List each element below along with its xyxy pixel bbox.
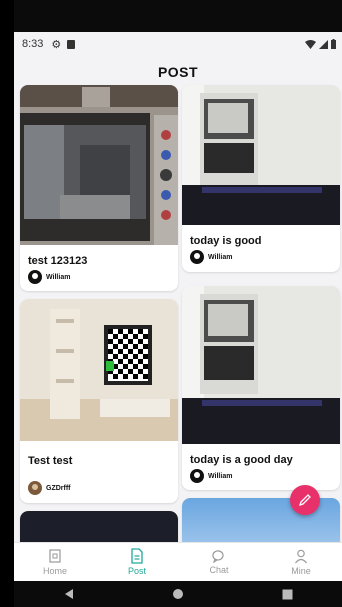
author-name: GZDrfff (46, 484, 71, 492)
avatar (28, 270, 42, 284)
tab-mine[interactable]: Mine (260, 543, 342, 581)
avatar (190, 250, 204, 264)
post-icon (131, 548, 143, 564)
tab-label: Post (127, 566, 146, 576)
post-title: today is a good day (190, 454, 293, 466)
battery-icon (331, 39, 336, 49)
post-image-camera (20, 85, 178, 245)
signal-icon (319, 39, 328, 49)
tab-chat[interactable]: Chat (178, 543, 260, 581)
home-circle-icon[interactable] (172, 588, 184, 600)
wifi-icon (305, 39, 316, 49)
bottom-tab-bar: Home Post Chat Mine (14, 542, 342, 581)
post-card[interactable]: Test test GZDrfff (20, 299, 178, 503)
author-name: William (46, 273, 71, 281)
post-title: Test test (28, 455, 73, 467)
avatar (28, 481, 42, 495)
pencil-icon (298, 494, 311, 507)
chat-icon (212, 550, 224, 563)
post-image-laptop (182, 286, 340, 444)
author-name: William (208, 472, 233, 480)
post-author: William (190, 250, 232, 264)
post-image-laptop (182, 85, 340, 225)
status-bar: 8:33 ⚙ (14, 32, 342, 56)
post-card[interactable]: today is good William (182, 85, 340, 272)
page-title: POST (157, 64, 199, 80)
tab-label: Mine (291, 565, 311, 576)
home-icon (49, 548, 61, 563)
person-icon (295, 549, 307, 563)
tab-label: Chat (209, 565, 229, 575)
author-name: William (208, 253, 233, 261)
post-card[interactable]: test 123123 William (20, 85, 178, 291)
post-title: today is good (190, 235, 262, 247)
create-post-button[interactable] (290, 485, 320, 515)
sd-card-icon (67, 39, 76, 49)
post-author: GZDrfff (28, 481, 71, 495)
tab-label: Home (42, 565, 67, 576)
recents-icon[interactable] (282, 589, 293, 600)
tab-post[interactable]: Post (96, 543, 178, 581)
phone-screen: 8:33 ⚙ POST test 123123 William today is… (14, 0, 342, 607)
system-nav-bar (14, 581, 342, 607)
tab-home[interactable]: Home (14, 543, 96, 581)
post-card[interactable]: today is a good day William (182, 286, 340, 490)
post-image-room (20, 299, 178, 441)
post-author: William (28, 270, 70, 284)
gear-icon: ⚙ (51, 38, 62, 51)
avatar (190, 469, 204, 483)
back-icon[interactable] (63, 588, 75, 600)
post-title: test 123123 (28, 255, 88, 267)
post-author: William (190, 469, 232, 483)
top-bezel (14, 0, 342, 32)
status-time: 8:33 (22, 38, 44, 50)
